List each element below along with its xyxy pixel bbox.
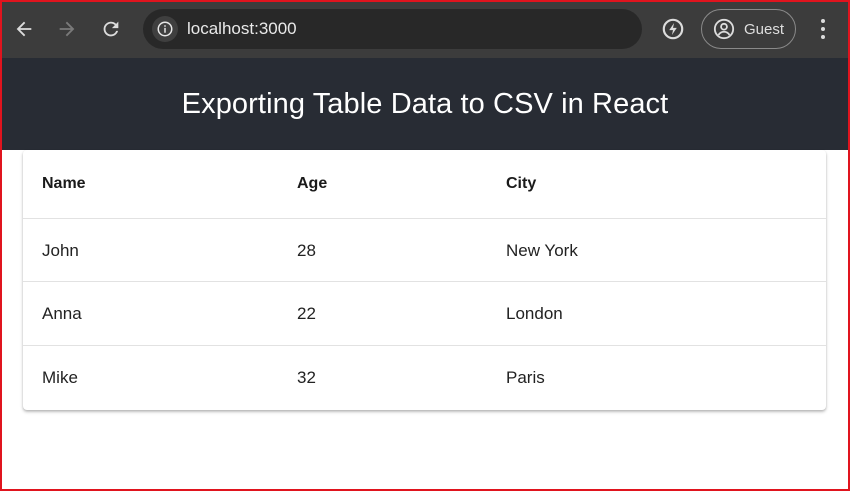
forward-arrow-icon — [59, 21, 75, 37]
data-table: Name Age City John 28 New York Anna 22 L… — [23, 150, 826, 410]
profile-button[interactable]: Guest — [701, 9, 796, 49]
cell-city: Paris — [506, 368, 545, 387]
browser-menu-button[interactable] — [811, 16, 835, 42]
browser-toolbar: localhost:3000 Guest — [0, 0, 850, 58]
profile-icon — [713, 18, 735, 40]
table-header-row: Name Age City — [23, 150, 826, 219]
table-row: Anna 22 London — [23, 282, 826, 346]
cell-age: 28 — [297, 241, 316, 260]
site-info-button[interactable] — [152, 16, 178, 42]
reload-button[interactable] — [96, 12, 126, 46]
address-bar[interactable]: localhost:3000 — [143, 9, 642, 49]
profile-label: Guest — [744, 20, 785, 38]
info-icon — [157, 21, 173, 37]
page-title: Exporting Table Data to CSV in React — [181, 87, 669, 120]
cell-city: London — [506, 304, 563, 323]
reload-icon — [103, 21, 119, 37]
more-vert-icon — [821, 19, 825, 23]
forward-button[interactable] — [52, 12, 82, 46]
extensions-button[interactable] — [660, 16, 686, 42]
cell-age: 32 — [297, 368, 316, 387]
cell-city: New York — [506, 241, 578, 260]
back-arrow-icon — [16, 21, 32, 37]
extension-icon — [662, 18, 684, 40]
cell-name: John — [42, 241, 79, 260]
column-header-age: Age — [297, 175, 328, 192]
cell-name: Mike — [42, 368, 78, 387]
column-header-name: Name — [42, 175, 86, 192]
url-text[interactable]: localhost:3000 — [187, 19, 297, 39]
cell-name: Anna — [42, 304, 82, 323]
table-row: John 28 New York — [23, 219, 826, 282]
app-header: Exporting Table Data to CSV in React — [0, 58, 850, 150]
table-row: Mike 32 Paris — [23, 346, 826, 410]
cell-age: 22 — [297, 304, 316, 323]
back-button[interactable] — [9, 12, 39, 46]
column-header-city: City — [506, 175, 537, 192]
